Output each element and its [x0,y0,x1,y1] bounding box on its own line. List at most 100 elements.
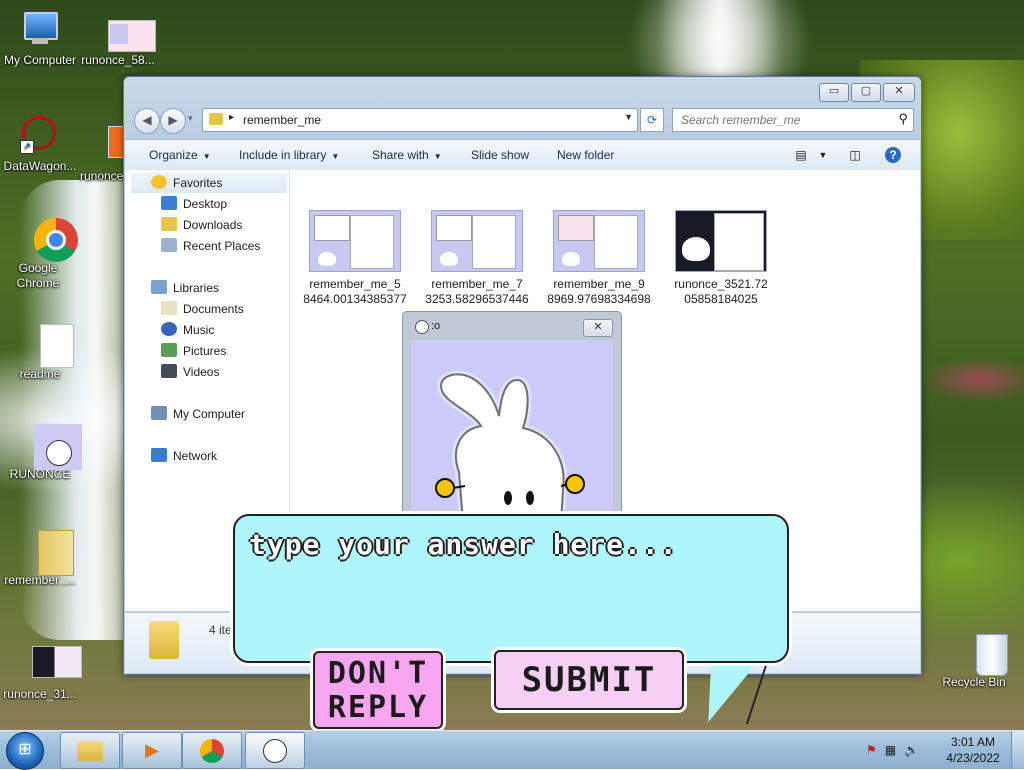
forward-button[interactable]: ▶ [160,108,186,134]
nav-videos[interactable]: Videos [161,362,219,382]
minimize-button[interactable]: ▭ [819,83,849,102]
image-file-icon [18,644,82,684]
include-in-library-button[interactable]: Include in library ▼ [239,148,339,162]
address-dropdown-icon[interactable]: ▼ [624,112,633,122]
file-item[interactable]: remember_me_7 3253.58296537446 [422,210,532,307]
popup-title: :o [431,320,441,332]
popup-close-button[interactable]: ✕ [583,319,613,337]
datawagon-icon: ↗ [18,116,62,156]
nav-network-label: Network [173,449,218,463]
refresh-icon[interactable]: ⟳ [640,108,664,132]
dont-reply-label-line1: DON'T [327,656,429,691]
desktop-icon-runonce-app[interactable]: RUNONCE [0,424,82,481]
desktop-icon-label: Recycle Bin [942,675,1006,689]
recent-pages-chevron-icon[interactable]: ▾ [188,113,193,124]
image-thumbnail [675,210,767,272]
organize-button[interactable]: Organize ▼ [149,148,211,162]
desktop-icon-runonce-31[interactable]: runonce_31... [0,644,82,701]
folder-icon [18,530,74,576]
recent-places-icon [161,238,177,252]
desktop-icon-label: readme [19,367,61,381]
bunny-character-icon [435,370,585,522]
desktop-icon-remember[interactable]: remember_... [0,530,80,587]
image-thumbnail [553,210,645,272]
folder-icon [149,621,179,659]
start-button[interactable]: ⊞ [6,732,44,770]
taskbar-chrome-button[interactable] [182,732,242,769]
chrome-icon [200,739,224,764]
bunny-app-icon [415,320,429,334]
desktop-icon-label: runonce_31... [3,687,77,701]
libraries-icon [151,280,167,294]
search-box[interactable]: ⚲ [672,108,914,132]
nav-desktop[interactable]: Desktop [161,194,227,214]
nav-favorites[interactable]: Favorites [131,173,287,193]
taskbar-explorer-button[interactable] [60,732,120,769]
text-file-icon [18,324,74,368]
preview-pane-icon[interactable]: ◫ [845,145,865,165]
breadcrumb-remember-me[interactable]: remember_me [243,113,321,127]
file-item[interactable]: remember_me_9 8969.97698334698 [544,210,654,307]
nav-downloads-label: Downloads [183,218,243,232]
file-name-line1: remember_me_5 [309,277,401,291]
taskbar-bunny-app-button[interactable] [245,732,305,769]
chevron-down-icon: ▼ [331,152,340,161]
nav-network[interactable]: Network [151,446,217,466]
nav-music[interactable]: Music [161,320,214,340]
nav-pictures[interactable]: Pictures [161,341,226,361]
maximize-button[interactable]: ▢ [851,83,881,102]
system-tray: ⚑ ▦ 🔈 [866,743,919,757]
nav-my-computer[interactable]: My Computer [151,404,245,424]
clock[interactable]: 3:01 AM 4/23/2022 [940,734,1006,766]
include-in-library-label: Include in library [239,148,327,162]
organize-label: Organize [149,148,198,162]
file-item[interactable]: runonce_3521.72 05858184025 [666,210,776,307]
nav-pictures-label: Pictures [183,344,227,358]
search-icon[interactable]: ⚲ [898,111,908,127]
address-bar[interactable]: ▸ remember_me ▼ [202,108,638,132]
slide-show-button[interactable]: Slide show [471,148,529,162]
taskbar: ⊞ ▶ ⚑ ▦ 🔈 3:01 AM 4/23/2022 [0,730,1024,770]
search-input[interactable] [679,112,883,128]
back-button[interactable]: ◀ [134,108,160,134]
clock-time: 3:01 AM [950,735,996,749]
view-options-chevron-icon[interactable]: ▼ [813,145,833,165]
nav-recent-places-label: Recent Places [183,239,261,253]
volume-icon[interactable]: 🔈 [904,743,919,757]
file-item[interactable]: remember_me_5 8464.00134385377 [300,210,410,307]
close-button[interactable]: ✕ [883,83,915,102]
nav-downloads[interactable]: Downloads [161,215,242,235]
nav-my-computer-label: My Computer [173,407,246,421]
dont-reply-button[interactable]: DON'T REPLY [313,651,443,729]
nav-libraries-label: Libraries [173,281,220,295]
answer-input[interactable] [247,526,776,650]
file-name-line1: remember_me_9 [553,277,645,291]
desktop-icon-google-chrome[interactable]: Google Chrome [0,218,78,291]
image-thumbnail [309,210,401,272]
image-file-icon [96,10,156,52]
share-with-button[interactable]: Share with ▼ [372,148,442,162]
desktop-icon-my-computer[interactable]: My Computer [0,10,80,67]
help-icon[interactable]: ? [885,147,901,163]
desktop-icon-readme[interactable]: readme [0,324,80,381]
chevron-down-icon: ▼ [202,152,211,161]
desktop-icon-recycle-bin[interactable]: Recycle Bin [934,632,1014,689]
submit-button[interactable]: SUBMIT [494,650,684,710]
show-desktop-button[interactable] [1011,731,1024,769]
star-icon [151,175,167,189]
recycle-bin-icon [952,632,1008,676]
nav-recent-places[interactable]: Recent Places [161,236,260,256]
nav-documents[interactable]: Documents [161,299,244,319]
chrome-icon [16,218,78,262]
nav-music-label: Music [183,323,215,337]
change-view-icon[interactable]: ▤ [791,145,811,165]
taskbar-media-player-button[interactable]: ▶ [122,732,182,769]
new-folder-button[interactable]: New folder [557,148,614,162]
desktop-icon-label: My Computer [3,53,77,67]
nav-libraries[interactable]: Libraries [151,278,219,298]
desktop-icon-datawagon[interactable]: ↗ DataWagon... [0,116,80,173]
network-status-icon[interactable]: ▦ [885,743,896,757]
desktop-icon-runonce-58[interactable]: runonce_58... [78,10,158,67]
breadcrumb-arrow-icon[interactable]: ▸ [229,112,234,123]
action-center-flag-icon[interactable]: ⚑ [866,743,877,757]
